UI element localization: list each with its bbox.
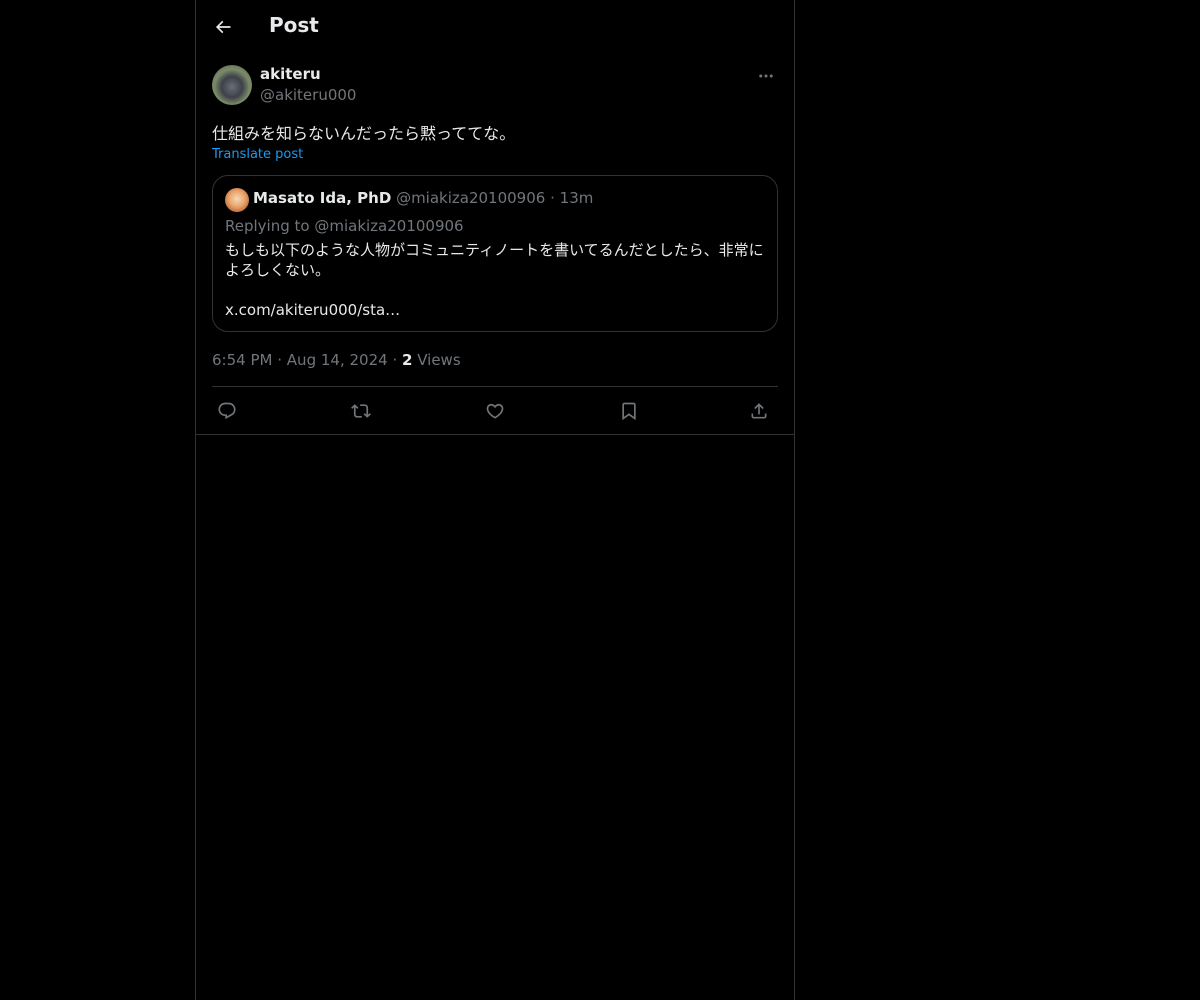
post-time[interactable]: 6:54 PM	[212, 351, 272, 369]
repost-icon	[351, 401, 371, 421]
heart-icon	[485, 401, 505, 421]
author-handle[interactable]: @akiteru000	[260, 86, 356, 104]
replying-to-handle: @miakiza20100906	[314, 217, 464, 235]
author-avatar[interactable]	[212, 65, 252, 105]
quoted-post-text: もしも以下のような人物がコミュニティノートを書いてるんだとしたら、非常によろしく…	[225, 241, 764, 279]
quoted-author-avatar	[225, 188, 249, 212]
like-button[interactable]	[478, 394, 512, 428]
more-horizontal-icon	[757, 67, 775, 85]
author-name[interactable]: akiteru	[260, 65, 321, 83]
quoted-author-handle: @miakiza20100906	[396, 189, 546, 207]
meta-separator: ·	[392, 351, 398, 369]
quoted-author-name: Masato Ida, PhD	[253, 189, 392, 207]
quoted-post-time: 13m	[559, 189, 594, 207]
reply-button[interactable]	[210, 394, 244, 428]
replying-to: Replying to @miakiza20100906	[225, 217, 464, 235]
arrow-left-icon	[213, 17, 233, 37]
meta-separator: ·	[550, 189, 555, 207]
main-column: Post akiteru @akiteru000 仕組みを知らないんだったら黙っ…	[195, 0, 795, 1000]
reply-icon	[217, 401, 237, 421]
page-title: Post	[269, 13, 319, 37]
back-button[interactable]	[206, 10, 240, 44]
share-button[interactable]	[742, 394, 776, 428]
replying-to-label: Replying to	[225, 217, 310, 235]
quoted-post[interactable]: Masato Ida, PhD @miakiza20100906 · 13m R…	[212, 175, 778, 332]
more-options-button[interactable]	[754, 64, 778, 88]
post-date[interactable]: Aug 14, 2024	[287, 351, 388, 369]
translate-post-link[interactable]: Translate post	[212, 147, 303, 162]
action-bar	[212, 394, 778, 428]
post-meta: 6:54 PM · Aug 14, 2024 · 2 Views	[212, 351, 461, 369]
page-header: Post	[196, 0, 794, 54]
quoted-post-link: x.com/akiteru000/sta…	[225, 301, 401, 319]
share-icon	[749, 401, 769, 421]
repost-button[interactable]	[344, 394, 378, 428]
divider	[212, 386, 778, 387]
bookmark-icon	[619, 401, 639, 421]
views-count: 2	[402, 351, 413, 369]
post-text: 仕組みを知らないんだったら黙っててな。	[212, 124, 516, 143]
meta-separator: ·	[277, 351, 283, 369]
views-label: Views	[417, 351, 461, 369]
quoted-post-meta: Masato Ida, PhD @miakiza20100906 · 13m	[253, 189, 593, 207]
divider	[196, 434, 794, 435]
bookmark-button[interactable]	[612, 394, 646, 428]
